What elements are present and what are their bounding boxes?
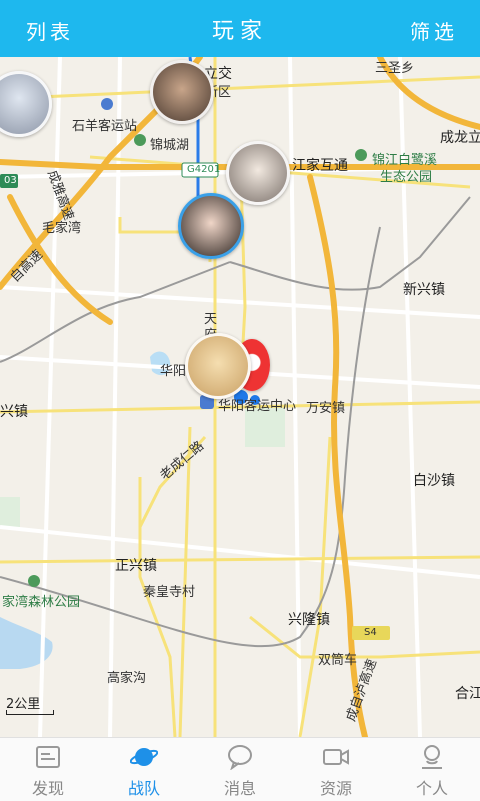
map-label: 正兴镇 xyxy=(115,558,157,574)
top-bar: 列表 玩家 筛选 xyxy=(0,0,480,57)
map-label: 生态公园 xyxy=(380,170,433,185)
tab-team[interactable]: 战队 xyxy=(96,738,192,801)
route-shield: G4201 xyxy=(187,164,221,175)
map-label: 新兴镇 xyxy=(403,282,445,298)
video-icon xyxy=(323,749,349,765)
map-label: 华阳客运中心 xyxy=(218,399,297,414)
tab-label: 消息 xyxy=(223,779,256,798)
bottom-tab-bar: 发现 战队 消息 资源 个人 xyxy=(0,737,480,801)
map-view[interactable]: 立交 新区 三圣乡 石羊客运站 锦城湖 成龙立 G4201 03 江家互通 锦江… xyxy=(0,57,480,737)
map-scale-bar xyxy=(6,710,54,715)
tab-label: 资源 xyxy=(319,779,352,798)
discover-icon xyxy=(36,746,60,768)
tab-messages[interactable]: 消息 xyxy=(192,738,288,801)
map-label: 三圣乡 xyxy=(375,61,415,76)
player-avatar[interactable] xyxy=(185,333,251,399)
map-label: 成龙立 xyxy=(440,130,480,146)
route-shield: S4 xyxy=(364,627,377,638)
map-label: 兴镇 xyxy=(0,404,28,420)
person-icon xyxy=(422,745,442,769)
map-label: 白沙镇 xyxy=(413,473,455,489)
tab-label: 发现 xyxy=(31,779,64,798)
map-label: 双筒车 xyxy=(318,653,358,668)
page-title: 玩家 xyxy=(211,19,268,44)
map-label: 高家沟 xyxy=(107,671,147,686)
player-avatar[interactable] xyxy=(150,60,214,124)
map-label: 石羊客运站 xyxy=(72,119,138,134)
tab-profile[interactable]: 个人 xyxy=(384,738,480,801)
map-label: 江家互通 xyxy=(292,158,348,174)
tab-label: 战队 xyxy=(127,779,160,798)
map-label: 毛家湾 xyxy=(42,221,82,236)
map-scale: 2公里 xyxy=(6,693,54,715)
team-planet-icon xyxy=(130,748,158,766)
map-label: 锦城湖 xyxy=(150,138,190,153)
tab-label: 个人 xyxy=(415,779,448,798)
map-label: 合江 xyxy=(455,686,480,702)
message-icon xyxy=(228,745,252,770)
map-label: 华阳 xyxy=(160,364,187,379)
tab-discover[interactable]: 发现 xyxy=(0,738,96,801)
map-label: 万安镇 xyxy=(306,401,346,416)
map-label: 兴隆镇 xyxy=(288,612,330,628)
filter-button[interactable]: 筛选 xyxy=(410,16,458,45)
player-avatar[interactable] xyxy=(178,193,244,259)
route-shield: 03 xyxy=(4,175,17,186)
player-avatar[interactable] xyxy=(226,141,290,205)
map-label: 家湾森林公园 xyxy=(2,595,81,610)
tab-resources[interactable]: 资源 xyxy=(288,738,384,801)
map-label: 秦皇寺村 xyxy=(143,585,196,600)
